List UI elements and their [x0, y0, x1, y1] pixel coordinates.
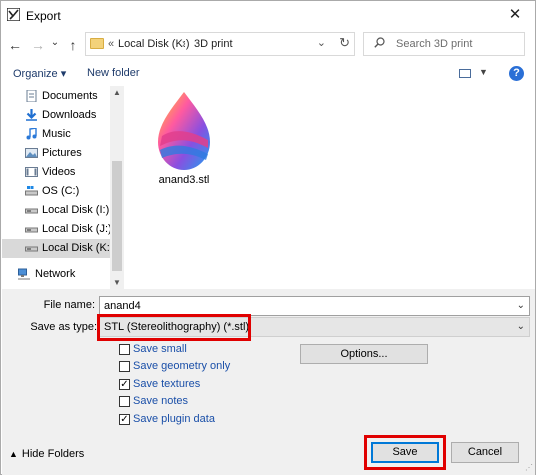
sidebar-item-music[interactable]: Music	[2, 125, 110, 144]
navigation-pane: Documents Downloads Music Pictures Video…	[2, 86, 110, 289]
address-bar[interactable]: « Local Disk (K:) › 3D print ⌄ ↻	[85, 32, 355, 56]
sidebar-item-label: OS (C:)	[42, 185, 80, 197]
paint3d-file-icon	[158, 92, 210, 170]
help-icon[interactable]: ?	[509, 66, 524, 81]
checkbox-box[interactable]	[119, 361, 130, 372]
sidebar-item-label: Videos	[42, 166, 76, 178]
app-icon	[7, 8, 20, 21]
hide-folders-label: Hide Folders	[21, 448, 85, 460]
forward-arrow-icon[interactable]: →	[30, 37, 46, 53]
command-toolbar: Organize ▾ New folder	[2, 62, 535, 86]
pictures-icon	[25, 148, 38, 158]
file-name-label: File name:	[43, 299, 95, 311]
checkbox-label: Save plugin data	[133, 413, 215, 425]
sidebar-item-local-disk-j[interactable]: Local Disk (J:)	[2, 220, 110, 239]
checkbox-label: Save small	[133, 343, 187, 355]
cancel-button[interactable]: Cancel	[451, 442, 519, 463]
documents-icon	[26, 90, 37, 102]
checkbox-box[interactable]	[119, 396, 130, 407]
downloads-icon	[26, 109, 37, 121]
checkbox-box[interactable]: ✓	[119, 379, 130, 390]
breadcrumb-overflow-chevron[interactable]: «	[108, 38, 114, 50]
folder-icon	[90, 38, 104, 49]
sidebar-item-pictures[interactable]: Pictures	[2, 144, 110, 163]
checkbox-box[interactable]	[119, 344, 130, 355]
file-name-value: anand4	[104, 300, 141, 312]
search-input[interactable]: Search 3D print	[363, 32, 525, 56]
checkbox-label: Save notes	[133, 395, 189, 407]
sidebar-item-network[interactable]: Network	[2, 265, 110, 284]
highlight-box-save	[364, 435, 446, 470]
file-list-area: anand3.stl	[124, 86, 535, 289]
file-name-field[interactable]: anand4 ⌄	[99, 296, 530, 316]
new-folder-button[interactable]: New folder	[87, 67, 140, 79]
back-arrow-icon[interactable]: ←	[7, 37, 23, 53]
title-bar: Export ✕	[1, 1, 535, 30]
options-button[interactable]: Options...	[300, 344, 428, 364]
drive-icon	[25, 208, 38, 214]
up-arrow-icon[interactable]: ↑	[65, 37, 81, 53]
view-options-icon[interactable]	[459, 69, 471, 78]
resize-grip-icon[interactable]: ⋰	[525, 463, 533, 472]
hide-folders-button[interactable]: ▲ Hide Folders	[9, 448, 84, 460]
checkbox-label: Save textures	[133, 378, 201, 390]
music-icon	[26, 128, 37, 140]
scroll-down-icon[interactable]: ▼	[113, 278, 121, 287]
breadcrumb-separator: ›	[182, 38, 186, 50]
checkbox-label: Save geometry only	[133, 360, 231, 372]
file-name: anand3.stl	[158, 174, 210, 186]
sidebar-item-label: Documents	[42, 90, 98, 102]
checkbox-box[interactable]: ✓	[119, 414, 130, 425]
network-icon	[18, 268, 30, 280]
recent-locations-chevron-icon[interactable]: ⌄	[47, 35, 63, 51]
scroll-up-icon[interactable]: ▲	[113, 88, 121, 97]
sidebar-item-label: Local Disk (I:)	[42, 204, 110, 216]
refresh-icon[interactable]: ↻	[339, 35, 350, 51]
sidebar-item-label: Local Disk (J:)	[42, 223, 110, 235]
sidebar-item-downloads[interactable]: Downloads	[2, 106, 110, 125]
file-item[interactable]: anand3.stl	[150, 90, 218, 186]
scroll-thumb[interactable]	[112, 161, 122, 271]
sidebar-item-label: Downloads	[42, 109, 97, 121]
sidebar-item-local-disk-i[interactable]: Local Disk (I:)	[2, 201, 110, 220]
highlight-box-save-type	[97, 314, 251, 341]
search-placeholder: Search 3D print	[396, 38, 473, 50]
sidebar-item-documents[interactable]: Documents	[2, 87, 110, 106]
chevron-down-icon[interactable]: ⌄	[517, 321, 525, 332]
window-title: Export	[26, 9, 61, 23]
nav-pane-scrollbar[interactable]: ▲ ▼	[110, 86, 124, 289]
sidebar-item-label: Pictures	[42, 147, 82, 159]
chevron-down-icon[interactable]: ⌄	[517, 300, 525, 311]
breadcrumb-segment-folder[interactable]: 3D print	[194, 38, 233, 50]
sidebar-item-label: Music	[42, 128, 71, 140]
drive-icon	[25, 227, 38, 233]
sidebar-item-os-c[interactable]: OS (C:)	[2, 182, 110, 201]
breadcrumb-segment-drive[interactable]: Local Disk (K:)	[118, 38, 190, 50]
sidebar-item-label: Local Disk (K:)	[42, 242, 110, 254]
videos-icon	[25, 167, 38, 177]
os-drive-icon	[25, 186, 38, 196]
close-icon[interactable]: ✕	[503, 5, 527, 25]
sidebar-item-local-disk-k[interactable]: Local Disk (K:)	[2, 239, 110, 258]
address-dropdown-icon[interactable]: ⌄	[317, 36, 326, 49]
organize-button[interactable]: Organize ▾	[13, 67, 66, 80]
save-type-label: Save as type:	[30, 321, 97, 333]
view-dropdown-icon[interactable]: ▼	[479, 67, 488, 77]
export-dialog: Export ✕ ← → ⌄ ↑ « Local Disk (K:) › 3D …	[0, 0, 536, 475]
caret-up-icon: ▲	[9, 449, 18, 459]
sidebar-item-videos[interactable]: Videos	[2, 163, 110, 182]
search-icon	[374, 37, 385, 48]
drive-icon	[25, 246, 38, 252]
sidebar-item-label: Network	[35, 268, 76, 280]
